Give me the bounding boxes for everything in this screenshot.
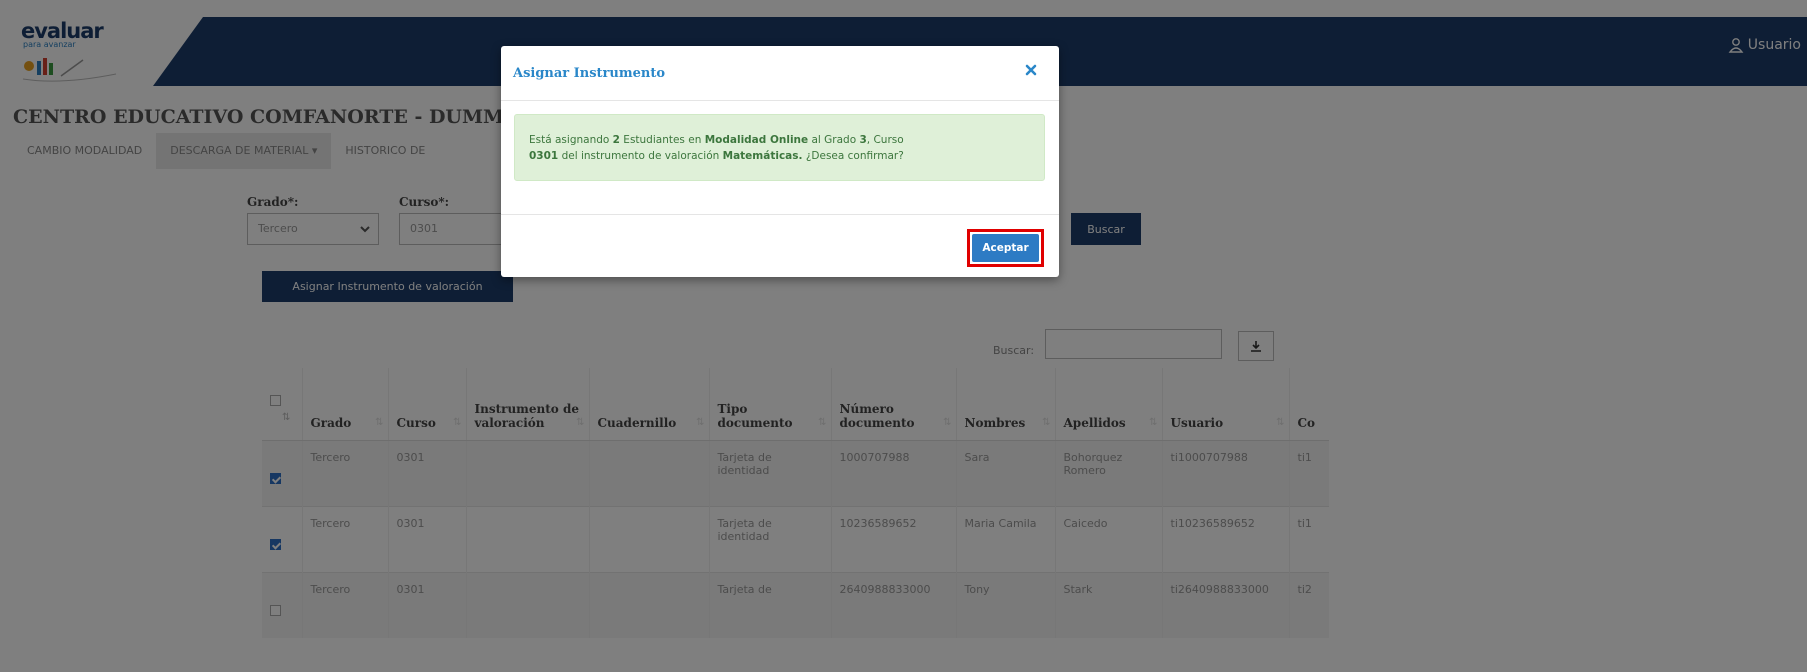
close-icon: [1025, 64, 1037, 76]
assign-instrument-modal: Asignar Instrumento Está asignando 2 Est…: [501, 46, 1059, 277]
modalidad: Modalidad Online: [704, 134, 809, 146]
instrumento: Matemáticas.: [722, 150, 803, 162]
close-button[interactable]: [1023, 62, 1039, 78]
student-count: 2: [612, 134, 620, 146]
accept-highlight: Aceptar: [967, 229, 1044, 267]
modal-title: Asignar Instrumento: [513, 66, 665, 81]
accept-button[interactable]: Aceptar: [972, 234, 1039, 262]
app-root: evaluar para avanzar Usuario CENTRO EDUC…: [0, 0, 1807, 672]
grado: 3: [859, 134, 867, 146]
curso: 0301: [529, 150, 559, 162]
modal-header: Asignar Instrumento: [501, 46, 1059, 101]
confirmation-message: Está asignando 2 Estudiantes en Modalida…: [514, 114, 1045, 181]
